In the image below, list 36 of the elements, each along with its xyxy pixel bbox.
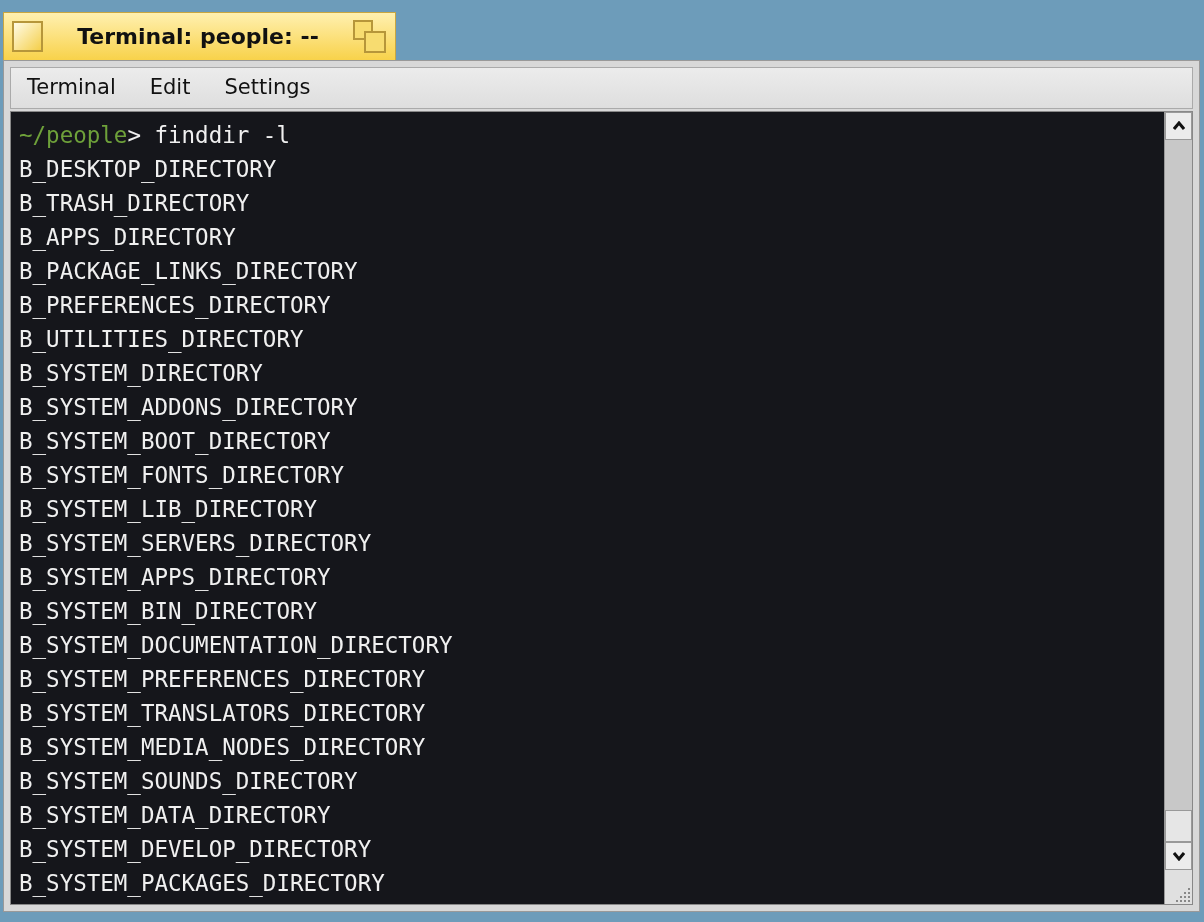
output-line: B_APPS_DIRECTORY — [19, 224, 236, 250]
output-line: B_SYSTEM_MEDIA_NODES_DIRECTORY — [19, 734, 426, 760]
down-caret-icon — [1172, 851, 1185, 861]
output-line: B_SYSTEM_FONTS_DIRECTORY — [19, 462, 345, 488]
output-line: B_UTILITIES_DIRECTORY — [19, 326, 304, 352]
output-line: B_SYSTEM_DATA_DIRECTORY — [19, 802, 331, 828]
window-title: Terminal: people: -- — [76, 23, 320, 51]
output-line: B_SYSTEM_APPS_DIRECTORY — [19, 564, 331, 590]
command-text: finddir -l — [154, 122, 290, 148]
scroll-thumb[interactable] — [1165, 810, 1192, 842]
prompt-symbol: > — [127, 122, 141, 148]
output-line: B_SYSTEM_DIRECTORY — [19, 360, 263, 386]
output-line: B_SYSTEM_ADDONS_DIRECTORY — [19, 394, 358, 420]
close-button[interactable] — [12, 21, 43, 52]
output-line: B_SYSTEM_DEVELOP_DIRECTORY — [19, 836, 372, 862]
output-line: B_PACKAGE_LINKS_DIRECTORY — [19, 258, 358, 284]
zoom-button[interactable] — [353, 19, 387, 54]
up-caret-icon — [1172, 121, 1185, 131]
output-line: B_SYSTEM_DOCUMENTATION_DIRECTORY — [19, 632, 453, 658]
menu-item[interactable]: Terminal — [27, 72, 133, 104]
output-line: B_SYSTEM_PACKAGES_DIRECTORY — [19, 870, 385, 896]
scroll-down-button[interactable] — [1165, 842, 1192, 870]
scroll-up-button[interactable] — [1165, 112, 1192, 140]
output-line: B_TRASH_DIRECTORY — [19, 190, 250, 216]
output-line: B_SYSTEM_TRANSLATORS_DIRECTORY — [19, 700, 426, 726]
output-line: B_PREFERENCES_DIRECTORY — [19, 292, 331, 318]
output-line: B_SYSTEM_BIN_DIRECTORY — [19, 598, 317, 624]
output-line: B_SYSTEM_LIB_DIRECTORY — [19, 496, 317, 522]
output-line: B_DESKTOP_DIRECTORY — [19, 156, 277, 182]
output-line: B_SYSTEM_BOOT_DIRECTORY — [19, 428, 331, 454]
menu-item[interactable]: Settings — [224, 72, 328, 104]
menu-item[interactable]: Edit — [149, 72, 208, 104]
output-line: B_SYSTEM_PREFERENCES_DIRECTORY — [19, 666, 426, 692]
prompt-path: ~/people — [19, 122, 128, 148]
output-line: B_SYSTEM_SOUNDS_DIRECTORY — [19, 768, 358, 794]
output-line: B_SYSTEM_SERVERS_DIRECTORY — [19, 530, 372, 556]
